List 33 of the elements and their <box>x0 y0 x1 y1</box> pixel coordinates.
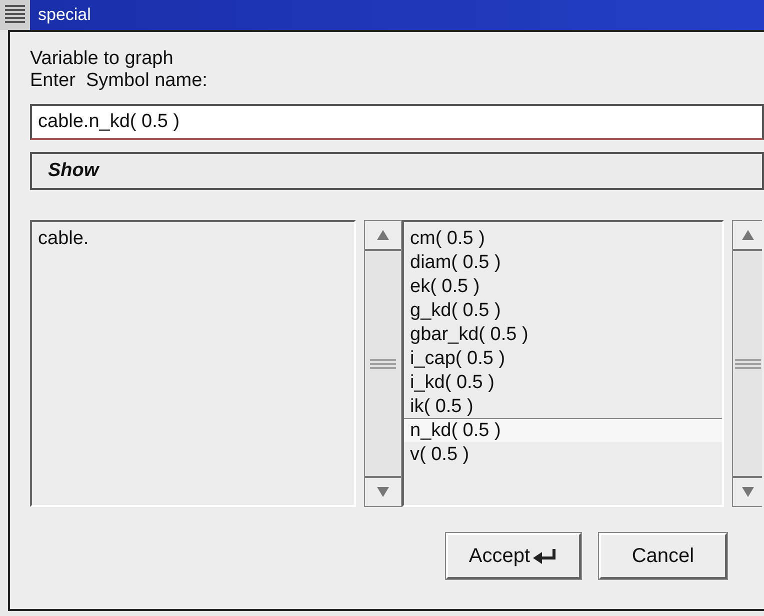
symbol-input-field[interactable]: cable.n_kd( 0.5 ) <box>30 104 764 140</box>
scroll-down-button[interactable] <box>365 476 401 506</box>
up-arrow-icon <box>740 229 754 241</box>
list-item[interactable]: cm( 0.5 ) <box>404 226 722 250</box>
list-item[interactable]: g_kd( 0.5 ) <box>404 298 722 322</box>
list-item[interactable]: ek( 0.5 ) <box>404 274 722 298</box>
scrollbar[interactable] <box>732 220 762 507</box>
list-item[interactable]: ik( 0.5 ) <box>404 394 722 418</box>
scrollbar[interactable] <box>364 220 402 507</box>
grip-icon <box>368 358 398 370</box>
grip-icon <box>733 358 762 370</box>
list-item[interactable]: gbar_kd( 0.5 ) <box>404 322 722 346</box>
cancel-button[interactable]: Cancel <box>599 533 727 579</box>
down-arrow-icon <box>376 486 390 498</box>
window-title: special <box>37 4 91 26</box>
down-arrow-icon <box>740 486 754 498</box>
scroll-up-button[interactable] <box>733 221 762 251</box>
show-button[interactable]: Show <box>30 152 764 190</box>
menu-icon <box>5 4 25 26</box>
scroll-down-button[interactable] <box>733 476 762 506</box>
enter-icon <box>532 548 558 564</box>
window-menu-button[interactable] <box>0 0 30 30</box>
scroll-up-button[interactable] <box>365 221 401 251</box>
list-item[interactable]: diam( 0.5 ) <box>404 250 722 274</box>
accept-button[interactable]: Accept <box>446 533 581 579</box>
prompt-text: Enter Symbol name: <box>30 70 208 92</box>
list-item[interactable]: cable. <box>32 226 354 250</box>
list-item[interactable]: v( 0.5 ) <box>404 442 722 466</box>
list-item[interactable]: i_cap( 0.5 ) <box>404 346 722 370</box>
list-item[interactable]: n_kd( 0.5 ) <box>404 418 722 442</box>
list-item[interactable]: i_kd( 0.5 ) <box>404 370 722 394</box>
prompt-text: Variable to graph <box>30 48 174 70</box>
up-arrow-icon <box>376 229 390 241</box>
